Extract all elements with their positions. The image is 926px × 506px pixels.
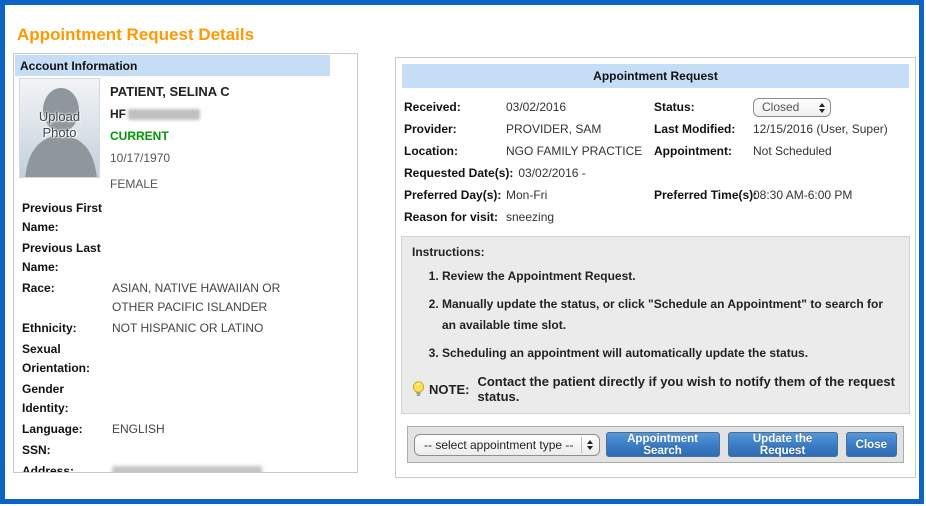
preferred-times-label: Preferred Time(s): <box>654 184 753 206</box>
field-row-language: Language: ENGLISH <box>22 420 352 439</box>
close-button[interactable]: Close <box>846 432 897 457</box>
field-value-redacted <box>112 462 298 473</box>
redacted-patient-id <box>128 109 200 120</box>
patient-name: PATIENT, SELINA C <box>110 84 230 99</box>
requested-dates-value: 03/02/2016 - <box>518 162 585 184</box>
instructions-heading: Instructions: <box>412 245 899 259</box>
field-value: NOT HISPANIC OR LATINO <box>112 319 298 338</box>
patient-summary: PATIENT, SELINA C HF CURRENT 10/17/1970 … <box>100 78 230 191</box>
instruction-step: Manually update the status, or click "Sc… <box>442 294 892 336</box>
instructions-list: Review the Appointment Request. Manually… <box>412 266 892 364</box>
provider-value: PROVIDER, SAM <box>506 118 654 140</box>
lightbulb-icon <box>412 381 425 398</box>
patient-status-badge: CURRENT <box>110 129 230 143</box>
select-arrows-icon <box>819 103 825 113</box>
requested-dates-row: Requested Date(s): 03/02/2016 - <box>404 162 907 184</box>
status-select-value: Closed <box>762 99 799 116</box>
field-label: Address: <box>22 462 112 473</box>
account-fields: Previous First Name: Previous Last Name:… <box>14 191 357 473</box>
field-label: Sexual Orientation: <box>22 340 112 378</box>
field-row-previous-first-name: Previous First Name: <box>22 199 352 237</box>
preferred-days-value: Mon-Fri <box>506 184 654 206</box>
field-row-race: Race: ASIAN, NATIVE HAWAIIAN OR OTHER PA… <box>22 279 352 317</box>
patient-profile: Upload Photo PATIENT, SELINA C HF CURREN… <box>14 76 357 191</box>
field-label: Previous Last Name: <box>22 239 112 277</box>
instruction-step: Scheduling an appointment will automatic… <box>442 343 892 364</box>
field-label: SSN: <box>22 441 112 460</box>
field-label: Ethnicity: <box>22 319 112 338</box>
provider-label: Provider: <box>404 118 506 140</box>
status-label: Status: <box>654 96 753 118</box>
appointment-request-header: Appointment Request <box>402 64 909 88</box>
field-label: Race: <box>22 279 112 317</box>
received-label: Received: <box>404 96 506 118</box>
patient-sex: FEMALE <box>110 177 230 191</box>
field-value <box>112 380 298 418</box>
reason-value: sneezing <box>506 206 907 228</box>
patient-id: HF <box>110 107 230 121</box>
instruction-step: Review the Appointment Request. <box>442 266 892 287</box>
field-label: Gender Identity: <box>22 380 112 418</box>
note-text: Contact the patient directly if you wish… <box>477 374 899 404</box>
last-modified-label: Last Modified: <box>654 118 753 140</box>
field-row-ssn: SSN: <box>22 441 352 460</box>
account-information-panel: Account Information Upload Photo PATIENT… <box>13 53 358 473</box>
field-row-gender-identity: Gender Identity: <box>22 380 352 418</box>
preferred-times-value: 08:30 AM-6:00 PM <box>753 184 907 206</box>
upload-photo-button[interactable]: Upload Photo <box>19 78 100 178</box>
requested-dates-label: Requested Date(s): <box>404 162 513 184</box>
appointment-type-select[interactable]: -- select appointment type -- <box>414 434 600 456</box>
reason-label: Reason for visit: <box>404 206 506 228</box>
instructions-box: Instructions: Review the Appointment Req… <box>401 236 910 414</box>
appointment-request-fields: Received: 03/02/2016 Status: Closed Prov… <box>401 96 910 228</box>
appointment-request-details-page: Appointment Request Details Account Info… <box>0 0 924 504</box>
field-value <box>112 199 298 237</box>
field-row-address: Address: <box>22 462 352 473</box>
select-arrows-icon <box>581 437 593 453</box>
status-cell: Closed <box>753 96 907 118</box>
field-label: Language: <box>22 420 112 439</box>
location-label: Location: <box>404 140 506 162</box>
patient-id-prefix: HF <box>110 107 126 121</box>
field-value: ASIAN, NATIVE HAWAIIAN OR OTHER PACIFIC … <box>112 279 298 317</box>
upload-photo-label: Upload Photo <box>29 109 91 141</box>
note-row: NOTE: Contact the patient directly if yo… <box>412 374 899 404</box>
note-label: NOTE: <box>429 382 469 397</box>
action-toolbar: -- select appointment type -- Appointmen… <box>407 426 904 463</box>
field-value <box>112 441 298 460</box>
field-value <box>112 340 298 378</box>
patient-dob: 10/17/1970 <box>110 151 230 165</box>
account-information-header: Account Information <box>15 55 330 76</box>
page-title: Appointment Request Details <box>17 25 254 45</box>
update-the-request-button[interactable]: Update the Request <box>728 432 838 457</box>
field-row-ethnicity: Ethnicity: NOT HISPANIC OR LATINO <box>22 319 352 338</box>
status-select[interactable]: Closed <box>753 98 831 117</box>
redacted-address-line-1 <box>112 466 262 473</box>
appointment-label: Appointment: <box>654 140 753 162</box>
field-row-previous-last-name: Previous Last Name: <box>22 239 352 277</box>
received-value: 03/02/2016 <box>506 96 654 118</box>
field-row-sexual-orientation: Sexual Orientation: <box>22 340 352 378</box>
preferred-days-label: Preferred Day(s): <box>404 184 506 206</box>
field-label: Previous First Name: <box>22 199 112 237</box>
appointment-type-select-value: -- select appointment type -- <box>424 438 573 452</box>
last-modified-value: 12/15/2016 (User, Super) <box>753 118 907 140</box>
appointment-value: Not Scheduled <box>753 140 907 162</box>
appointment-request-panel: Appointment Request Received: 03/02/2016… <box>395 57 916 478</box>
field-value <box>112 239 298 277</box>
field-value: ENGLISH <box>112 420 298 439</box>
location-value: NGO FAMILY PRACTICE <box>506 140 654 162</box>
appointment-search-button[interactable]: Appointment Search <box>606 432 720 457</box>
